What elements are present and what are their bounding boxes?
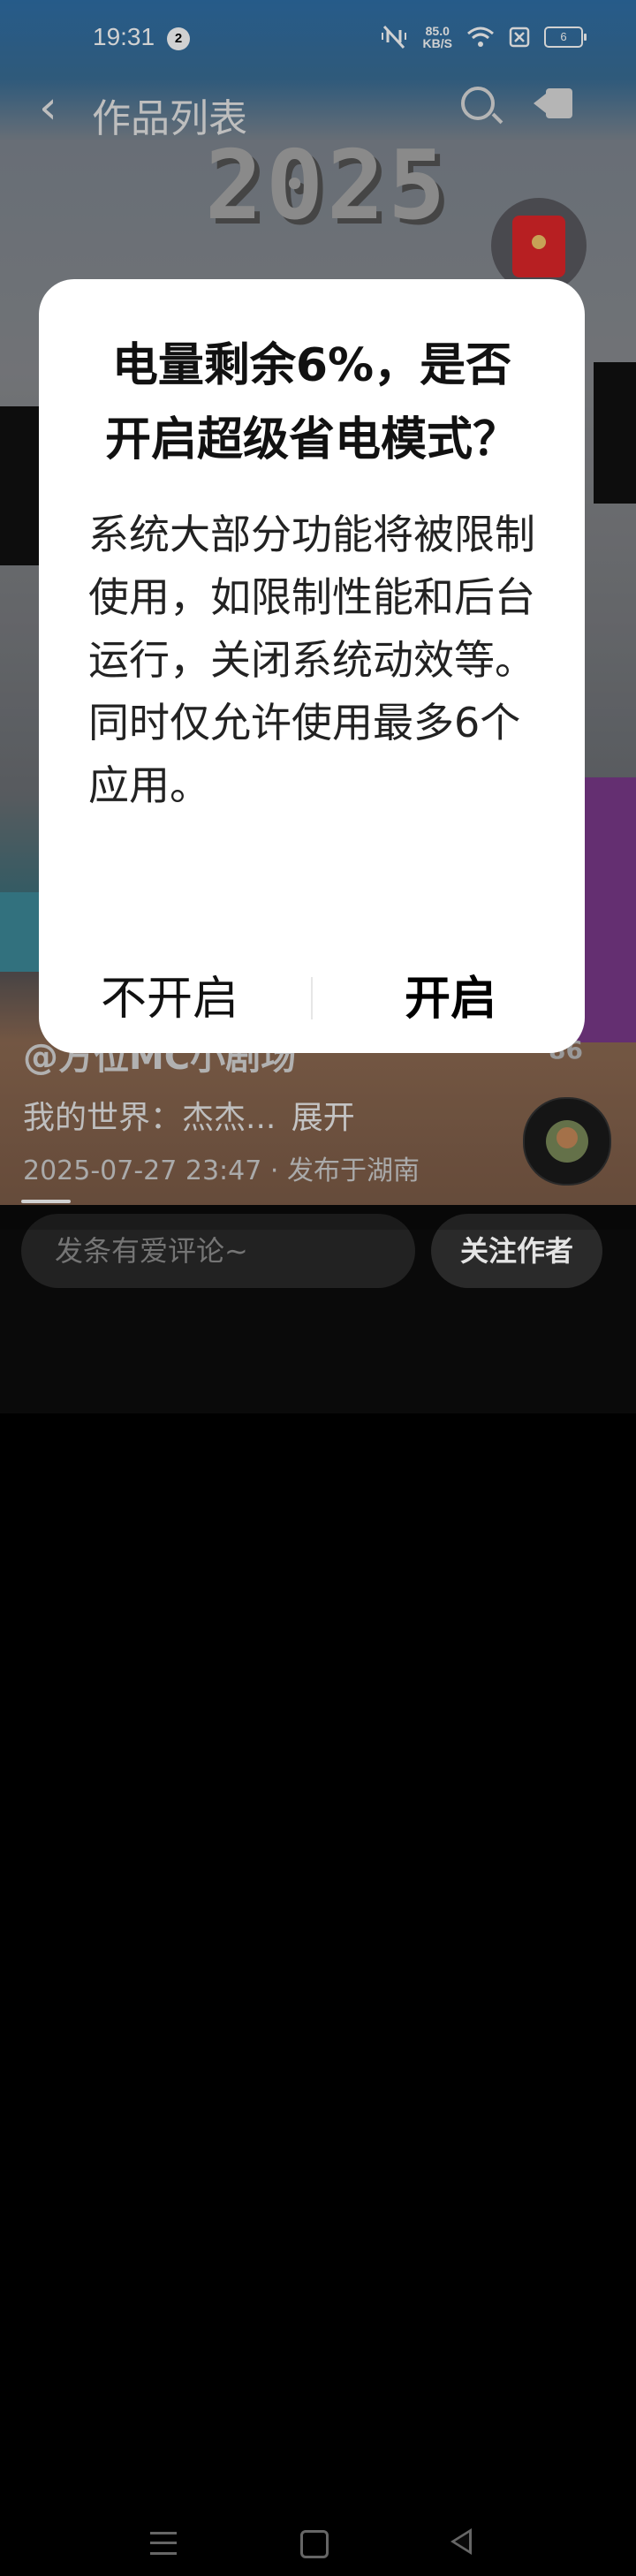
system-navigation-bar <box>0 2519 636 2576</box>
dialog-actions: 不开启 开启 <box>39 961 585 1037</box>
power-saving-dialog: 电量剩余6%，是否开启超级省电模式？ 系统大部分功能将被限制使用，如限制性能和后… <box>39 279 585 1053</box>
dialog-title: 电量剩余6%，是否开启超级省电模式？ <box>104 339 519 466</box>
home-icon[interactable] <box>300 2530 329 2558</box>
system-back-icon[interactable] <box>450 2528 472 2555</box>
button-divider <box>311 977 313 1019</box>
confirm-button[interactable]: 开启 <box>405 961 496 1037</box>
bottom-comment-bar: 关注作者 <box>0 1205 636 2558</box>
recent-apps-icon[interactable] <box>150 2532 177 2555</box>
cancel-button[interactable]: 不开启 <box>101 961 238 1037</box>
dialog-body: 系统大部分功能将被限制使用，如限制性能和后台运行，关闭系统动效等。同时仅允许使用… <box>88 511 535 809</box>
